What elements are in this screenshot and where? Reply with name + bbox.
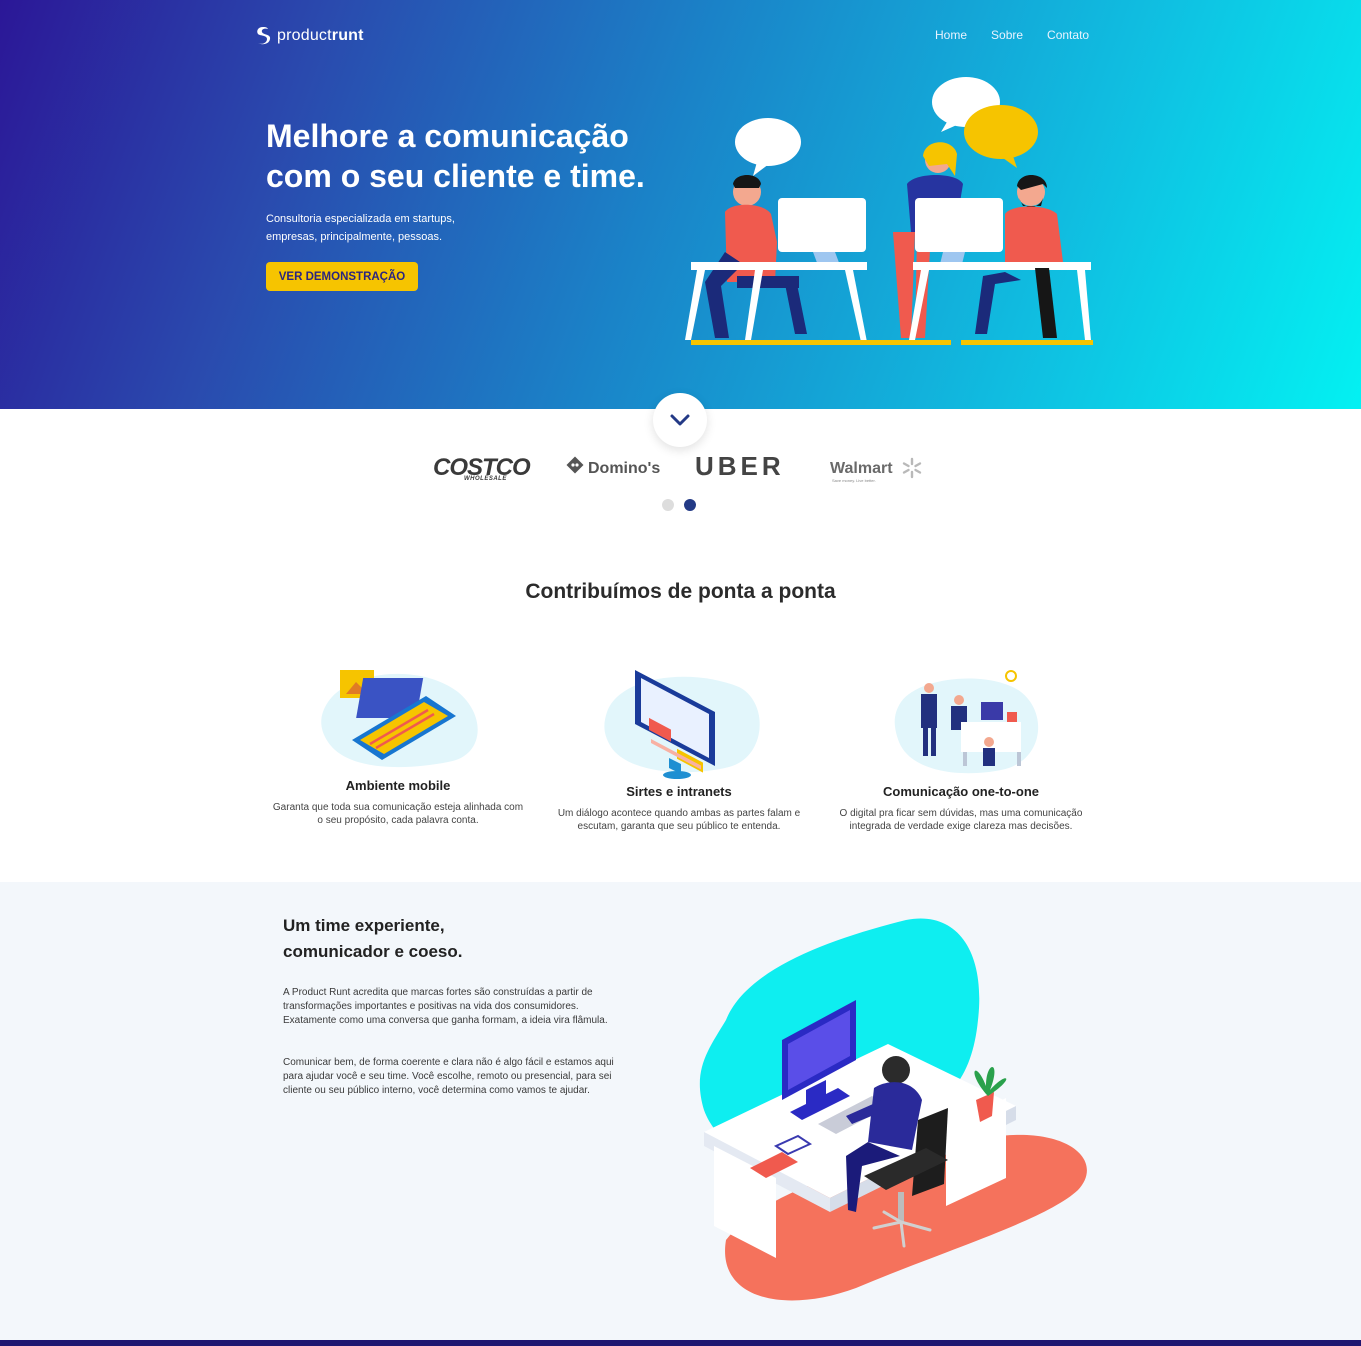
service-desc-line2: o seu propósito, cada palavra conta. <box>317 815 479 826</box>
hero-title: Melhore a comunicação com o seu cliente … <box>266 116 686 196</box>
scroll-down-button[interactable] <box>653 393 707 447</box>
team-paragraph-1: A Product Runt acredita que marcas forte… <box>283 987 608 1026</box>
team-title-line2: comunicador e coeso. <box>283 942 463 961</box>
team-title: Um time experiente, comunicador e coeso. <box>283 913 583 965</box>
service-desc: O digital pra ficar sem dúvidas, mas uma… <box>828 807 1094 833</box>
carousel-dot-2[interactable] <box>684 499 696 511</box>
service-desc-line1: Um diálogo acontece quando ambas as part… <box>557 808 801 819</box>
team-paragraph-2: Comunicar bem, de forma coerente e clara… <box>283 1057 614 1096</box>
service-card-sites: Sirtes e intranets Um diálogo acontece q… <box>545 662 813 833</box>
nav-sobre[interactable]: Sobre <box>991 28 1023 42</box>
service-title: Comunicação one-to-one <box>882 784 1039 799</box>
service-desc-line2: escutam, garanta que seu público te ente… <box>577 821 781 832</box>
hero-subtitle-line2: empresas, principalmente, pessoas. <box>266 231 443 243</box>
mobile-illustration <box>321 670 478 768</box>
team-office-illustration <box>685 77 1093 345</box>
nav-home[interactable]: Home <box>935 28 967 42</box>
service-desc-line2: integrada de verdade exige clareza mas d… <box>849 821 1073 832</box>
logo-icon <box>257 27 271 45</box>
workstation-illustration <box>699 918 1087 1301</box>
demo-button[interactable]: VER DEMONSTRAÇÃO <box>266 262 418 291</box>
main-nav: Home Sobre Contato <box>935 28 1089 42</box>
service-card-one-to-one: Comunicação one-to-one O digital pra fic… <box>828 662 1094 833</box>
service-desc: Garanta que toda sua comunicação esteja … <box>263 801 533 827</box>
brand-name: productrunt <box>277 27 364 44</box>
hero-subtitle-line1: Consultoria especializada em startups, <box>266 213 455 225</box>
team-title-line1: Um time experiente, <box>283 916 445 935</box>
uber-logo: UBER <box>695 451 785 481</box>
services-title: Contribuímos de ponta a ponta <box>525 580 836 603</box>
hero-title-line1: Melhore a comunicação <box>266 118 629 154</box>
costco-logo-sub: WHOLESALE <box>464 476 507 482</box>
client-logos: COSTCO WHOLESALE Domino's UBER Walmart S… <box>430 448 930 488</box>
nav-contato[interactable]: Contato <box>1047 28 1089 42</box>
service-title: Ambiente mobile <box>345 778 451 793</box>
hero-title-line2: com o seu cliente e time. <box>266 158 645 194</box>
chevron-down-icon <box>670 414 690 426</box>
monitor-illustration <box>604 670 760 779</box>
service-desc-line1: Garanta que toda sua comunicação esteja … <box>272 802 524 813</box>
meeting-illustration <box>894 670 1039 774</box>
brand-logo[interactable]: productrunt <box>255 26 364 46</box>
carousel-dot-1[interactable] <box>662 499 674 511</box>
walmart-tagline: Save money. Live better. <box>832 478 876 483</box>
service-card-mobile: Ambiente mobile Garanta que toda sua com… <box>263 662 533 827</box>
hero-section: productrunt Home Sobre Contato Melhore a… <box>0 0 1361 409</box>
carousel-dots <box>662 499 696 511</box>
footer-bar <box>0 1340 1361 1346</box>
service-desc: Um diálogo acontece quando ambas as part… <box>545 807 813 833</box>
walmart-logo: Walmart <box>830 460 893 477</box>
walmart-spark-icon <box>902 457 922 479</box>
service-title: Sirtes e intranets <box>626 784 732 799</box>
dominos-tile-icon <box>566 456 584 474</box>
dominos-logo: Domino's <box>588 460 661 477</box>
hero-subtitle: Consultoria especializada em startups, e… <box>266 210 486 246</box>
team-section: Um time experiente, comunicador e coeso.… <box>0 882 1361 1340</box>
service-desc-line1: O digital pra ficar sem dúvidas, mas uma… <box>839 808 1083 819</box>
